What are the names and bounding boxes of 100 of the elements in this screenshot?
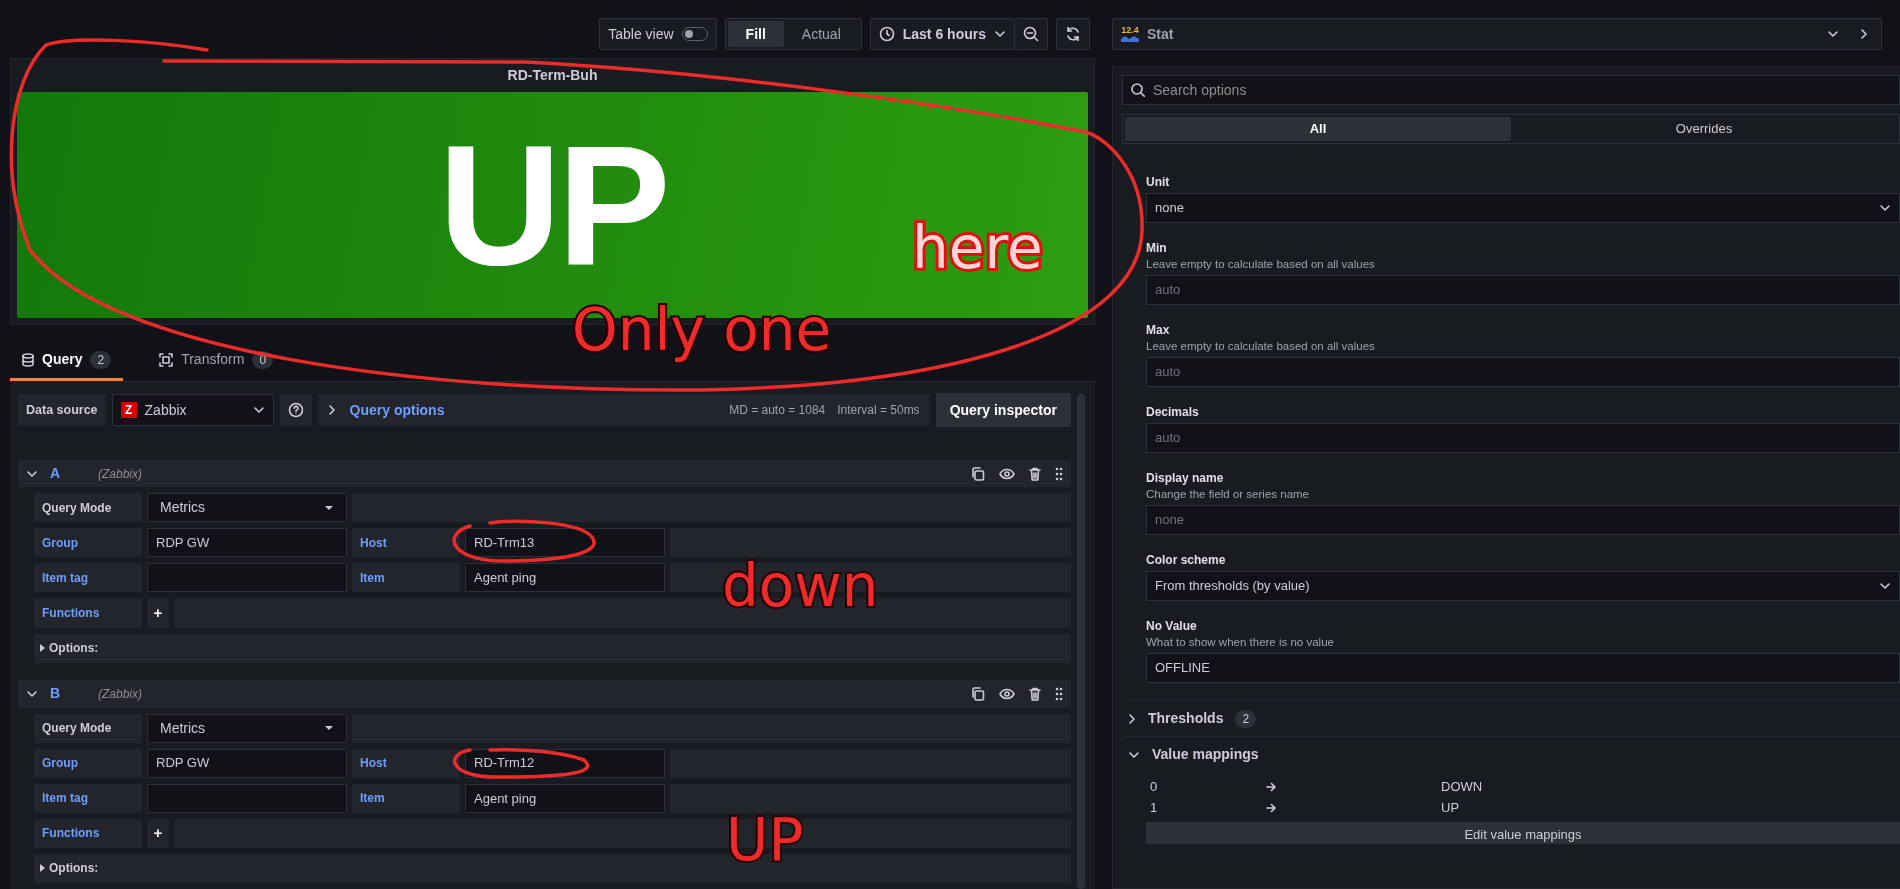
query-inspector-button[interactable]: Query inspector: [935, 393, 1071, 427]
field-label: Group: [34, 748, 142, 778]
section-header[interactable]: Value mappings: [1122, 736, 1900, 772]
help-button[interactable]: [279, 394, 312, 426]
input-field[interactable]: [147, 783, 347, 813]
field-description: Change the field or series name: [1146, 487, 1310, 502]
input-field[interactable]: auto: [1146, 423, 1900, 453]
trash-icon[interactable]: [1029, 686, 1041, 701]
options-toggle[interactable]: Options:: [34, 633, 1071, 663]
tab-label: Transform: [181, 350, 245, 369]
zoom-out-icon: [1023, 26, 1039, 42]
mapping-text: DOWN: [1441, 777, 1483, 796]
logo-icon: Z: [120, 402, 137, 418]
time-range-picker[interactable]: Last 6 hours: [869, 18, 1015, 50]
mapping-value: 0: [1149, 777, 1159, 796]
data-source-select[interactable]: Z Zabbix: [111, 394, 274, 426]
caret-icon: [324, 725, 334, 732]
add-function-button[interactable]: +: [147, 818, 169, 848]
field-label: Item: [352, 783, 460, 813]
input-field[interactable]: OFFLINE: [1146, 653, 1900, 683]
field-label: Unit: [1146, 174, 1171, 190]
field-label: Display name: [1146, 470, 1225, 486]
eye-icon[interactable]: [999, 687, 1015, 700]
input-field[interactable]: Agent ping: [465, 563, 665, 593]
caret-icon: [324, 504, 334, 511]
interval-text: Interval = 50ms: [837, 402, 920, 419]
caret-right-icon: [40, 864, 45, 873]
refresh-button[interactable]: [1056, 18, 1090, 50]
collapse-button[interactable]: [26, 469, 38, 478]
arrow-right-icon: [1266, 782, 1276, 793]
field-label: Max: [1146, 322, 1171, 338]
query-mode-select[interactable]: Metrics: [147, 713, 347, 743]
mode-tab[interactable]: Actual: [783, 21, 859, 47]
field-label: Decimals: [1146, 404, 1200, 420]
query-ref[interactable]: A: [50, 463, 86, 485]
count-badge: 2: [1235, 709, 1257, 728]
mapping-value: 1: [1149, 798, 1159, 817]
stat-value: UP: [438, 120, 667, 290]
input-field[interactable]: [147, 563, 347, 593]
input-field[interactable]: auto: [1146, 357, 1900, 387]
field-label: Host: [352, 528, 460, 558]
input-field[interactable]: RDP GW: [147, 528, 347, 558]
options-tab[interactable]: Overrides: [1511, 117, 1897, 141]
field-label: Group: [34, 528, 142, 558]
chevron-right-icon: [327, 404, 336, 416]
input-field[interactable]: RDP GW: [147, 748, 347, 778]
collapse-button[interactable]: [26, 689, 38, 698]
field-label: Item tag: [34, 783, 142, 813]
trash-icon[interactable]: [1029, 466, 1041, 481]
data-source-name: (Zabbix): [98, 465, 143, 483]
edit-mappings-button[interactable]: Edit value mappings: [1146, 822, 1900, 844]
field-label: Min: [1146, 240, 1168, 256]
zoom-out-button[interactable]: [1015, 18, 1048, 50]
chevron-down-icon: [994, 30, 1006, 38]
chevron-down-icon: [26, 689, 38, 698]
input-field[interactable]: Agent ping: [465, 783, 665, 813]
handwritten-note: down: [722, 552, 879, 620]
select-field[interactable]: From thresholds (by value): [1146, 571, 1900, 601]
field-label: Functions: [34, 598, 142, 628]
field-label: Query Mode: [34, 713, 142, 743]
options-tab[interactable]: All: [1125, 117, 1511, 141]
panel-title: RD-Term-Buh: [506, 66, 599, 85]
refresh-icon: [1065, 26, 1081, 42]
input-field[interactable]: auto: [1146, 275, 1900, 305]
field-label: No Value: [1146, 618, 1198, 634]
chevron-right-icon: [1128, 712, 1136, 725]
add-function-button[interactable]: +: [147, 598, 169, 628]
copy-icon[interactable]: [971, 466, 985, 481]
field-description: Leave empty to calculate based on all values: [1146, 339, 1376, 354]
field-label: Host: [352, 748, 460, 778]
drag-handle-icon[interactable]: [1055, 466, 1063, 481]
eye-icon[interactable]: [999, 467, 1015, 480]
query-options-toggle[interactable]: Query options: [327, 399, 445, 421]
input-field[interactable]: RD-Trm13: [465, 528, 665, 558]
mode-tab[interactable]: Fill: [727, 21, 784, 47]
query-mode-select[interactable]: Metrics: [147, 493, 347, 523]
database-icon: [22, 352, 34, 367]
section-header[interactable]: Thresholds 2: [1122, 700, 1900, 736]
select-field[interactable]: none: [1146, 193, 1900, 223]
field-label: Item tag: [34, 563, 142, 593]
scrollbar[interactable]: [1077, 394, 1085, 889]
input-field[interactable]: none: [1146, 505, 1900, 535]
field-label: Query Mode: [34, 493, 142, 523]
query-ref[interactable]: B: [50, 683, 86, 705]
chevron-down-icon: [1827, 30, 1839, 38]
drag-handle-icon[interactable]: [1055, 686, 1063, 701]
chevron-down-icon: [1879, 582, 1891, 590]
table-view-toggle[interactable]: Table view: [599, 18, 717, 50]
field-label: Data source: [18, 394, 106, 426]
search-field[interactable]: Search options: [1122, 75, 1900, 105]
copy-icon[interactable]: [971, 686, 985, 701]
chevron-down-icon: [1128, 750, 1140, 759]
handwritten-note: Only one: [572, 296, 832, 364]
chevron-down-icon: [1879, 204, 1891, 212]
handwritten-note: here: [912, 214, 1043, 282]
tab-label: Query: [42, 350, 83, 369]
field-label: Functions: [34, 818, 142, 848]
chevron-down-icon: [252, 406, 265, 414]
transform-icon: [159, 352, 174, 367]
field-label: Item: [352, 563, 460, 593]
